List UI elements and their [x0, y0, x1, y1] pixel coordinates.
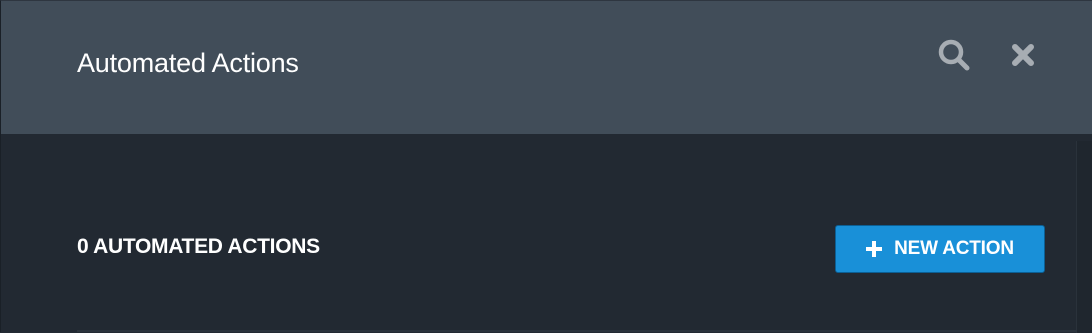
new-action-button[interactable]: NEW ACTION: [835, 225, 1045, 273]
automated-actions-panel: Automated Actions 0 AUTOMATED ACTIONS NE…: [0, 0, 1092, 333]
panel-header: Automated Actions: [1, 1, 1092, 134]
search-icon: [938, 39, 970, 71]
automated-actions-count: 0 AUTOMATED ACTIONS: [77, 235, 320, 258]
new-action-label: NEW ACTION: [894, 238, 1014, 259]
scrollbar[interactable]: [1076, 141, 1092, 333]
page-title: Automated Actions: [77, 48, 299, 78]
search-button[interactable]: [936, 37, 972, 73]
close-icon: [1012, 44, 1034, 66]
close-button[interactable]: [1005, 37, 1041, 73]
plus-icon: [866, 241, 883, 257]
